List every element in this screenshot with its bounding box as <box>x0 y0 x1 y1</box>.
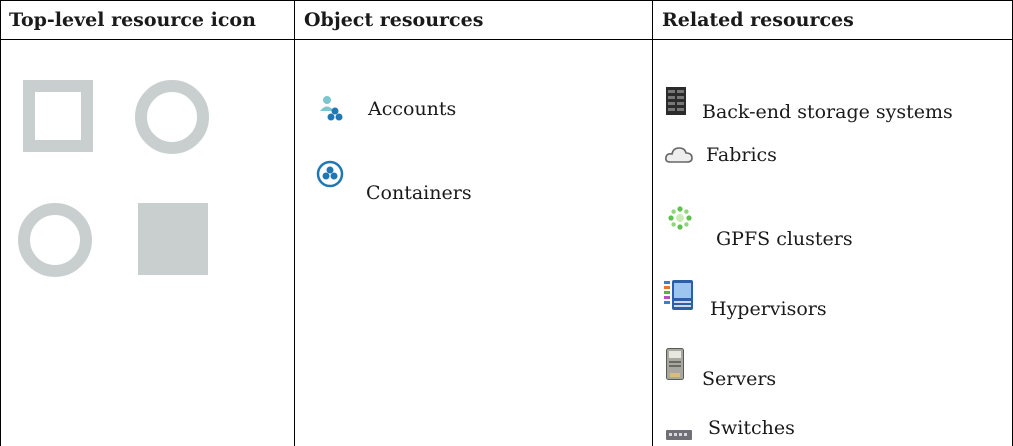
list-item-hypervisors: Hypervisors <box>664 280 827 320</box>
list-item-servers: Servers <box>666 348 776 390</box>
list-item-switches: Switches <box>666 412 795 444</box>
circle-outline-icon <box>18 203 92 277</box>
header-bottom-border <box>0 39 1013 40</box>
storage-system-icon <box>666 87 686 115</box>
fabrics-label: Fabrics <box>706 144 777 166</box>
hypervisors-label: Hypervisors <box>710 298 827 320</box>
gpfs-clusters-label: GPFS clusters <box>716 228 853 250</box>
back-end-storage-systems-label: Back-end storage systems <box>702 101 953 123</box>
fabric-cloud-icon <box>664 145 694 165</box>
gpfs-cluster-icon <box>668 206 692 230</box>
hypervisor-icon <box>664 280 694 310</box>
header-top-level-resource-icon: Top-level resource icon <box>9 8 256 31</box>
square-outline-icon <box>23 80 93 152</box>
list-item-accounts: Accounts <box>318 92 456 126</box>
list-item-fabrics: Fabrics <box>664 138 777 172</box>
column-divider-2 <box>652 0 653 446</box>
column-divider-1 <box>294 0 295 446</box>
circle-outline-icon <box>135 80 209 154</box>
server-icon <box>666 348 684 380</box>
accounts-label: Accounts <box>368 98 457 120</box>
list-item-back-end-storage-systems: Back-end storage systems <box>666 87 953 123</box>
switch-icon <box>666 423 692 440</box>
list-item-containers: Containers <box>316 160 472 204</box>
accounts-icon <box>318 94 348 124</box>
table-left-border <box>0 0 1 446</box>
top-level-resource-icon <box>18 80 218 280</box>
header-related-resources: Related resources <box>662 8 854 31</box>
list-item-gpfs-clusters: GPFS clusters <box>668 206 853 250</box>
containers-icon <box>316 160 344 188</box>
containers-label: Containers <box>366 182 472 204</box>
header-object-resources: Object resources <box>304 8 484 31</box>
square-filled-icon <box>138 203 208 275</box>
switches-label: Switches <box>708 417 795 439</box>
resource-table: Top-level resource icon Object resources… <box>0 0 1013 446</box>
servers-label: Servers <box>702 368 777 390</box>
